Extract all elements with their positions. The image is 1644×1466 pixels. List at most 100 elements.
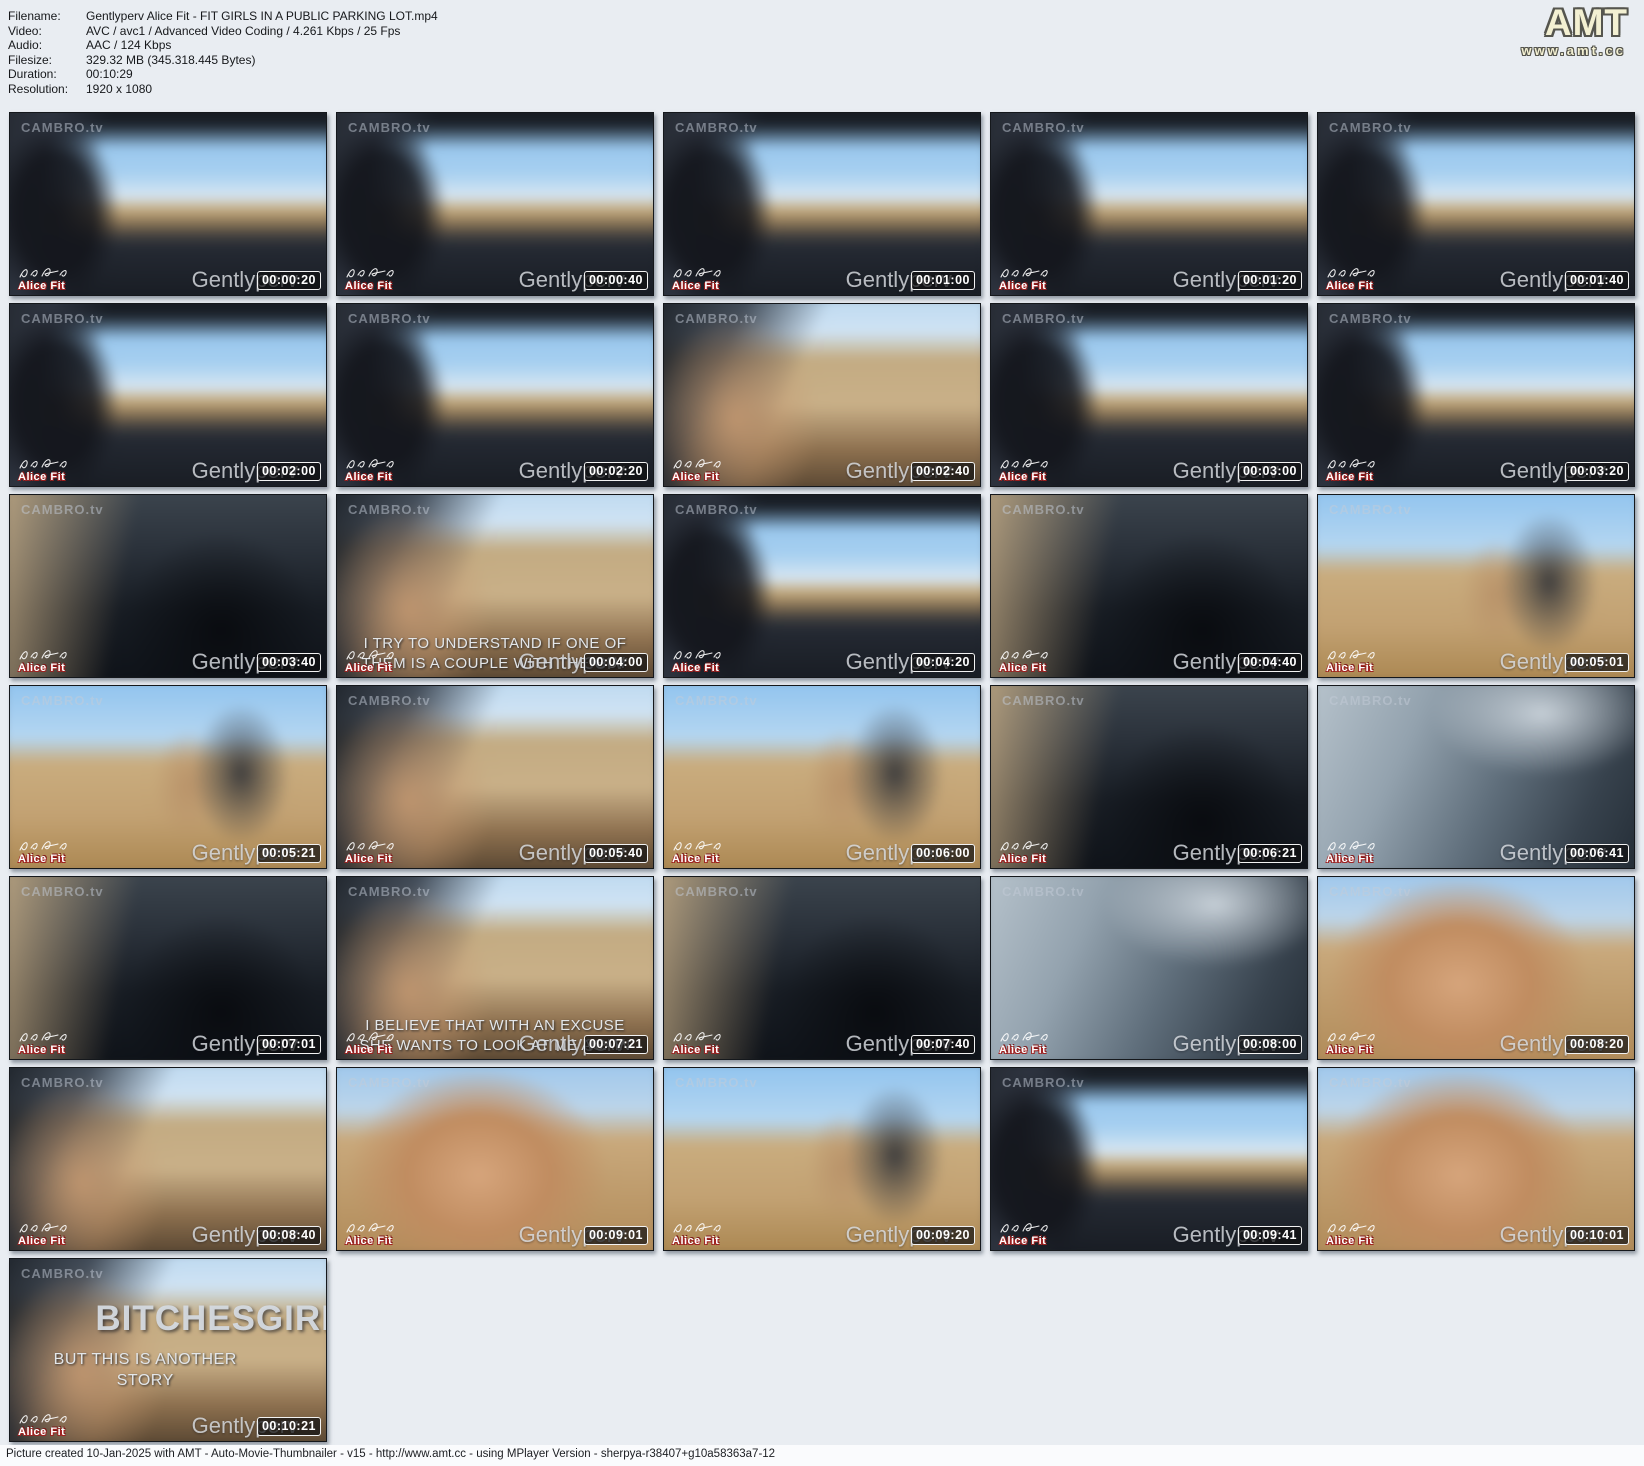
cambro-watermark: CAMBRO.tv	[348, 1075, 431, 1090]
amt-logo-url: www.amt.cc	[1521, 44, 1628, 57]
signature-label: Alice Fit	[672, 1045, 724, 1056]
timestamp-badge-value: 00:05:21	[262, 846, 316, 860]
signature-label: Alice Fit	[18, 1236, 70, 1247]
signature-script-icon	[999, 648, 1051, 662]
cambro-watermark: CAMBRO.tv	[675, 502, 758, 517]
meta-row-duration: Duration: 00:10:29	[8, 67, 1644, 82]
signature-label: Alice Fit	[1326, 472, 1378, 483]
timestamp-badge: 00:00:40	[584, 271, 648, 290]
timestamp-badge-value: 00:03:40	[262, 655, 316, 669]
timestamp-badge-value: 00:10:21	[262, 1419, 316, 1433]
cambro-watermark: CAMBRO.tv	[348, 502, 431, 517]
meta-value-duration: 00:10:29	[86, 67, 133, 82]
video-thumbnail: CAMBRO.tv Alice Fit Gentlyperv 00:01:40	[1317, 112, 1635, 296]
cambro-watermark: CAMBRO.tv	[675, 120, 758, 135]
cambro-watermark: CAMBRO.tv	[21, 693, 104, 708]
signature-script-icon	[999, 457, 1051, 471]
timestamp-badge-value: 00:06:00	[916, 846, 970, 860]
signature: Alice Fit	[1326, 1221, 1378, 1247]
signature-label: Alice Fit	[18, 854, 70, 865]
signature-script-icon	[18, 1412, 70, 1426]
timestamp-badge: 00:08:20	[1565, 1035, 1629, 1054]
timestamp-badge-value: 00:01:00	[916, 273, 970, 287]
signature-label: Alice Fit	[999, 663, 1051, 674]
video-thumbnail: CAMBRO.tv Alice Fit Gentlyperv 00:01:00	[663, 112, 981, 296]
signature-script-icon	[345, 839, 397, 853]
signature-label: Alice Fit	[18, 1427, 70, 1438]
video-thumbnail: CAMBRO.tv Alice Fit Gentlyperv 00:01:20	[990, 112, 1308, 296]
cambro-watermark: CAMBRO.tv	[1329, 884, 1412, 899]
video-thumbnail: CAMBRO.tv Alice Fit Gentlyperv 00:06:00	[663, 685, 981, 869]
video-thumbnail: CAMBRO.tv I TRY TO UNDERSTAND IF ONE OF …	[336, 494, 654, 678]
meta-row-video: Video: AVC / avc1 / Advanced Video Codin…	[8, 24, 1644, 39]
signature: Alice Fit	[1326, 648, 1378, 674]
signature-label: Alice Fit	[672, 281, 724, 292]
cambro-watermark: CAMBRO.tv	[1329, 311, 1412, 326]
signature: Alice Fit	[999, 1030, 1051, 1056]
signature-label: Alice Fit	[672, 663, 724, 674]
video-thumbnail: CAMBRO.tv Alice Fit Gentlyperv 00:02:20	[336, 303, 654, 487]
video-thumbnail: CAMBRO.tv Alice Fit Gentlyperv 00:09:20	[663, 1067, 981, 1251]
signature-label: Alice Fit	[1326, 1236, 1378, 1247]
signature-label: Alice Fit	[999, 472, 1051, 483]
signature-script-icon	[345, 648, 397, 662]
meta-label: Filesize:	[8, 53, 86, 68]
signature: Alice Fit	[345, 266, 397, 292]
signature-script-icon	[18, 1030, 70, 1044]
signature: Alice Fit	[999, 1221, 1051, 1247]
cambro-watermark: CAMBRO.tv	[675, 693, 758, 708]
timestamp-badge-value: 00:00:20	[262, 273, 316, 287]
signature-label: Alice Fit	[18, 663, 70, 674]
timestamp-badge-value: 00:08:40	[262, 1228, 316, 1242]
timestamp-badge-value: 00:04:20	[916, 655, 970, 669]
video-thumbnail: CAMBRO.tv Alice Fit Gentlyperv 00:04:20	[663, 494, 981, 678]
cambro-watermark: CAMBRO.tv	[1329, 502, 1412, 517]
signature: Alice Fit	[345, 1221, 397, 1247]
timestamp-badge: 00:10:21	[257, 1417, 321, 1436]
signature-label: Alice Fit	[999, 1236, 1051, 1247]
cambro-watermark: CAMBRO.tv	[1002, 120, 1085, 135]
video-thumbnail: CAMBRO.tv Alice Fit Gentlyperv 00:08:00	[990, 876, 1308, 1060]
video-thumbnail: CAMBRO.tv BITCHESGIRLS.COM BUT THIS IS A…	[9, 1258, 327, 1442]
generator-footer-text: Picture created 10-Jan-2025 with AMT - A…	[6, 1448, 775, 1460]
signature: Alice Fit	[672, 266, 724, 292]
signature-script-icon	[672, 266, 724, 280]
timestamp-badge-value: 00:06:41	[1570, 846, 1624, 860]
signature: Alice Fit	[18, 1412, 70, 1438]
signature: Alice Fit	[1326, 457, 1378, 483]
signature: Alice Fit	[18, 266, 70, 292]
timestamp-badge: 00:09:20	[911, 1226, 975, 1245]
cambro-watermark: CAMBRO.tv	[675, 1075, 758, 1090]
signature-script-icon	[18, 839, 70, 853]
signature-label: Alice Fit	[1326, 1045, 1378, 1056]
signature-script-icon	[1326, 839, 1378, 853]
timestamp-badge-value: 00:07:21	[589, 1037, 643, 1051]
cambro-watermark: CAMBRO.tv	[1329, 693, 1412, 708]
signature-label: Alice Fit	[999, 854, 1051, 865]
signature-label: Alice Fit	[999, 281, 1051, 292]
signature-script-icon	[345, 457, 397, 471]
signature-label: Alice Fit	[999, 1045, 1051, 1056]
cambro-watermark: CAMBRO.tv	[1002, 311, 1085, 326]
timestamp-badge: 00:06:00	[911, 844, 975, 863]
signature: Alice Fit	[672, 457, 724, 483]
signature-label: Alice Fit	[345, 281, 397, 292]
signature: Alice Fit	[672, 1221, 724, 1247]
signature: Alice Fit	[1326, 266, 1378, 292]
timestamp-badge-value: 00:04:00	[589, 655, 643, 669]
timestamp-badge: 00:02:20	[584, 462, 648, 481]
video-thumbnail: CAMBRO.tv Alice Fit Gentlyperv 00:05:40	[336, 685, 654, 869]
timestamp-badge: 00:08:40	[257, 1226, 321, 1245]
timestamp-badge: 00:02:40	[911, 462, 975, 481]
meta-value-audio: AAC / 124 Kbps	[86, 38, 171, 53]
signature-script-icon	[1326, 1030, 1378, 1044]
video-thumbnail: CAMBRO.tv Alice Fit Gentlyperv 00:06:41	[1317, 685, 1635, 869]
timestamp-badge: 00:06:21	[1238, 844, 1302, 863]
signature-script-icon	[1326, 266, 1378, 280]
video-thumbnail: CAMBRO.tv Alice Fit Gentlyperv 00:00:20	[9, 112, 327, 296]
timestamp-badge-value: 00:06:21	[1243, 846, 1297, 860]
cambro-watermark: CAMBRO.tv	[675, 884, 758, 899]
cambro-watermark: CAMBRO.tv	[21, 311, 104, 326]
timestamp-badge: 00:03:20	[1565, 462, 1629, 481]
cambro-watermark: CAMBRO.tv	[21, 120, 104, 135]
